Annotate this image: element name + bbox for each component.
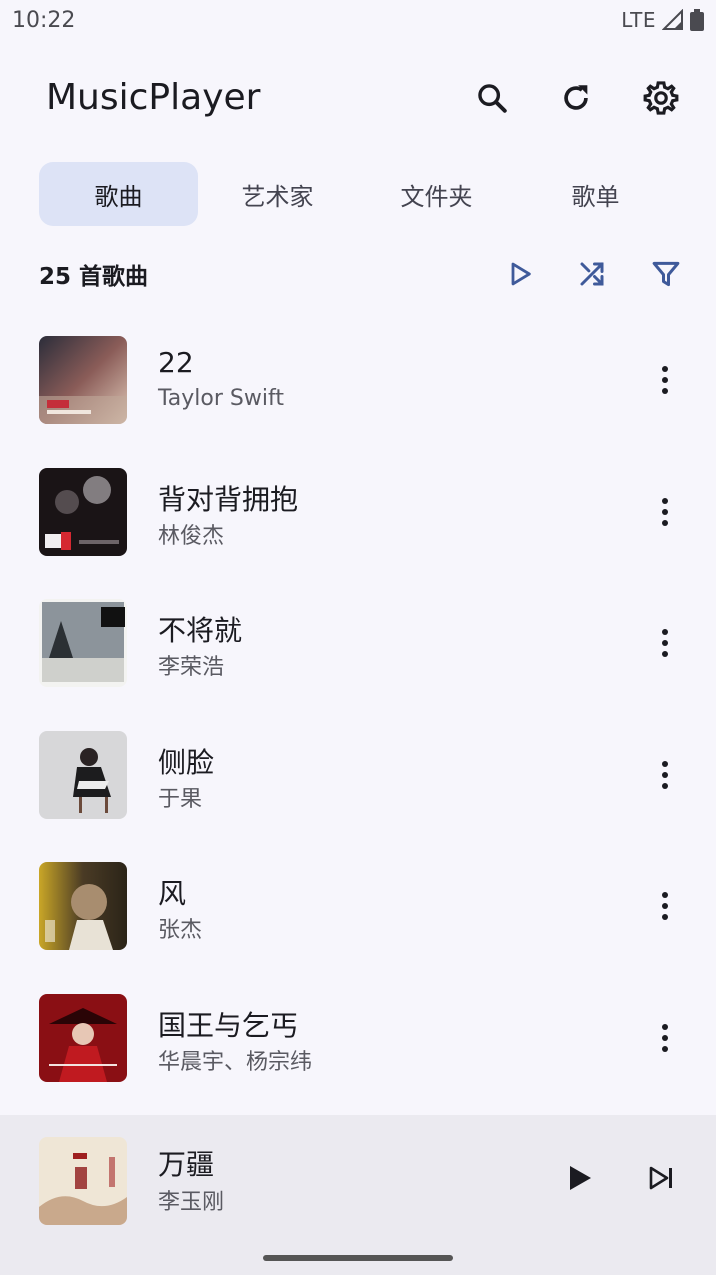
album-cover (39, 730, 127, 819)
tab-songs[interactable]: 歌曲 (39, 162, 198, 226)
settings-gear-icon (642, 79, 680, 117)
refresh-button[interactable] (554, 76, 598, 120)
tab-folders[interactable]: 文件夹 (357, 162, 516, 226)
song-artist: 张杰 (158, 918, 203, 943)
more-vert-icon (661, 365, 669, 395)
tab-artists[interactable]: 艺术家 (198, 162, 357, 226)
settings-button[interactable] (639, 76, 683, 120)
now-playing-bar[interactable]: 万疆 李玉刚 (0, 1115, 716, 1275)
refresh-icon (559, 81, 593, 115)
more-options-button[interactable] (643, 884, 687, 928)
battery-icon (690, 9, 704, 31)
more-options-button[interactable] (643, 490, 687, 534)
category-tabs: 歌曲 艺术家 文件夹 歌单 (39, 162, 679, 226)
list-header: 25 首歌曲 (0, 246, 716, 302)
song-title: 国王与乞丐 (158, 1008, 299, 1042)
song-title: 22 (158, 346, 194, 379)
song-row[interactable]: 背对背拥抱 林俊杰 (0, 446, 716, 578)
status-bar: 10:22 LTE (0, 0, 716, 40)
song-title: 不将就 (158, 614, 243, 647)
filter-button[interactable] (644, 252, 688, 296)
now-playing-cover (39, 1137, 127, 1225)
song-row[interactable]: 侧脸 于果 (0, 709, 716, 841)
play-icon (567, 1164, 593, 1192)
more-vert-icon (661, 1023, 669, 1053)
network-type-label: LTE (621, 8, 656, 32)
song-artist: 林俊杰 (158, 523, 225, 549)
song-artist: 于果 (158, 786, 203, 812)
more-options-button[interactable] (643, 358, 687, 402)
song-title: 风 (158, 877, 187, 910)
more-vert-icon (661, 760, 669, 790)
song-row[interactable]: 22 Taylor Swift (0, 314, 716, 446)
song-count-label: 25 首歌曲 (39, 264, 149, 290)
home-indicator[interactable] (263, 1255, 453, 1261)
more-vert-icon (661, 891, 669, 921)
song-artist: 华晨宇、杨宗纬 (158, 1049, 313, 1075)
song-artist: 李荣浩 (158, 655, 225, 680)
shuffle-icon (577, 259, 607, 289)
search-button[interactable] (470, 76, 514, 120)
song-list: 22 Taylor Swift 背对背拥抱 林俊杰 不将就 李荣浩 侧脸 于果 … (0, 314, 716, 1103)
more-options-button[interactable] (643, 1016, 687, 1060)
song-row[interactable]: 风 张杰 (0, 840, 716, 972)
more-vert-icon (661, 628, 669, 658)
album-cover (39, 467, 127, 556)
search-icon (475, 81, 509, 115)
play-all-button[interactable] (498, 252, 542, 296)
song-artist: Taylor Swift (158, 386, 284, 411)
album-cover (39, 862, 127, 950)
status-time: 10:22 (12, 7, 76, 33)
album-cover (39, 336, 127, 424)
song-title: 背对背拥抱 (158, 482, 299, 516)
tab-playlists[interactable]: 歌单 (516, 162, 675, 226)
status-icons: LTE (621, 8, 704, 32)
album-cover (39, 599, 127, 687)
album-cover (39, 993, 127, 1082)
play-icon (506, 260, 534, 288)
filter-icon (651, 259, 681, 289)
more-vert-icon (661, 497, 669, 527)
now-playing-title: 万疆 (158, 1148, 215, 1181)
signal-icon (662, 9, 684, 31)
shuffle-button[interactable] (570, 252, 614, 296)
play-pause-button[interactable] (556, 1154, 604, 1202)
app-bar: MusicPlayer (0, 55, 716, 139)
more-options-button[interactable] (643, 753, 687, 797)
song-row[interactable]: 不将就 李荣浩 (0, 577, 716, 709)
song-title: 侧脸 (158, 745, 215, 779)
skip-next-button[interactable] (638, 1154, 686, 1202)
more-options-button[interactable] (643, 621, 687, 665)
app-title: MusicPlayer (46, 76, 261, 118)
song-row[interactable]: 国王与乞丐 华晨宇、杨宗纬 (0, 972, 716, 1104)
skip-next-icon (649, 1166, 675, 1190)
now-playing-artist: 李玉刚 (158, 1190, 225, 1215)
